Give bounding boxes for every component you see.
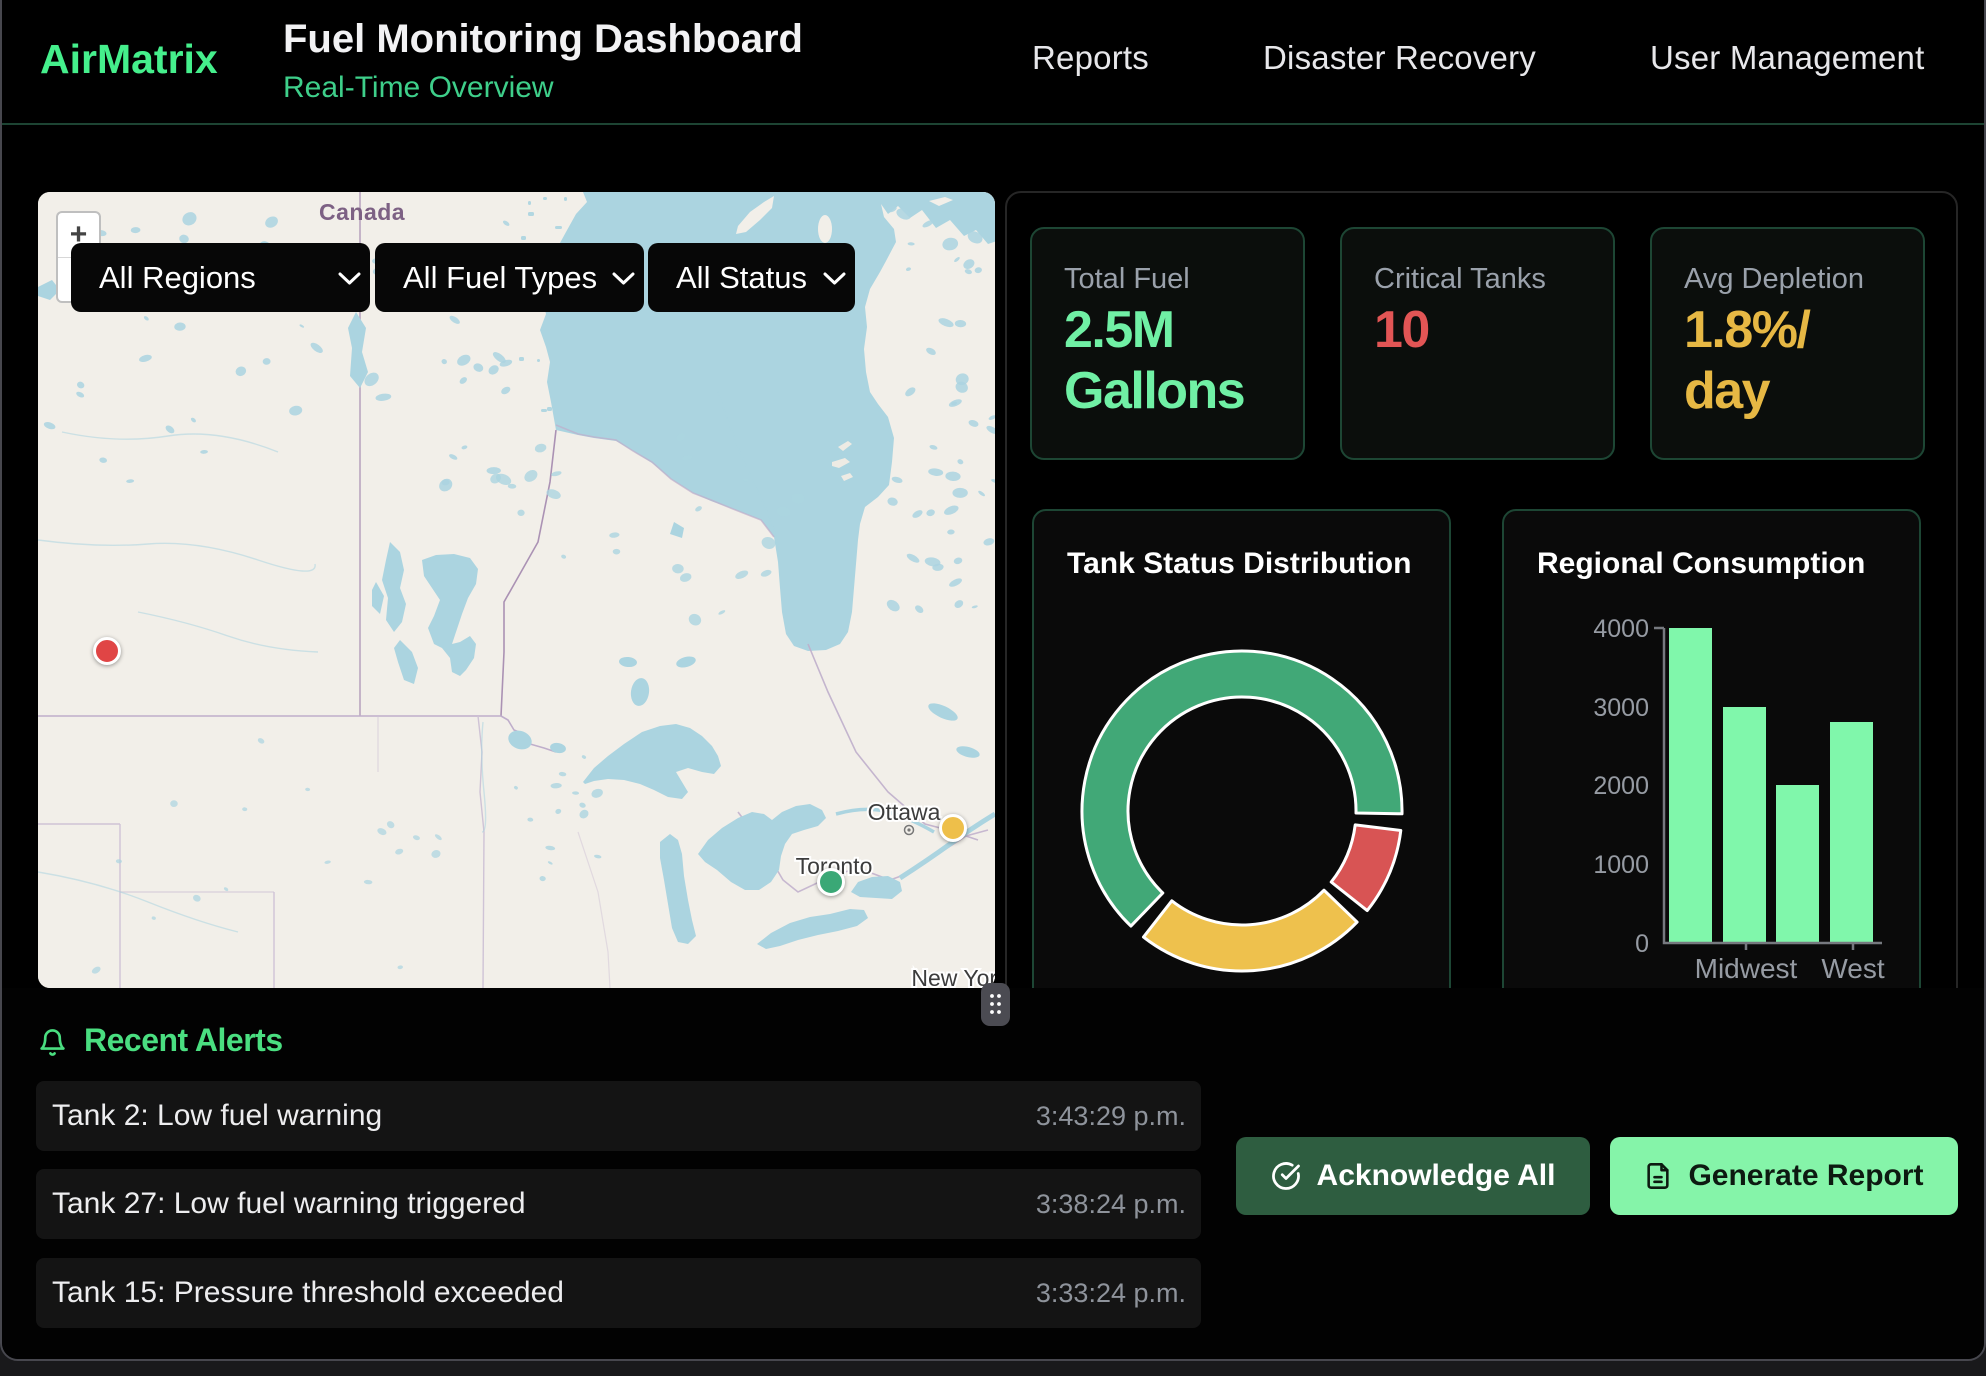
svg-text:2000: 2000 <box>1593 772 1649 800</box>
svg-text:1000: 1000 <box>1593 851 1649 879</box>
svg-text:Canada: Canada <box>319 199 405 225</box>
svg-text:West: West <box>1821 953 1884 984</box>
svg-text:3000: 3000 <box>1593 694 1649 722</box>
svg-text:4000: 4000 <box>1593 615 1649 643</box>
svg-text:0: 0 <box>1635 930 1649 958</box>
svg-text:Midwest: Midwest <box>1695 953 1798 984</box>
svg-text:Ottawa: Ottawa <box>868 799 941 825</box>
